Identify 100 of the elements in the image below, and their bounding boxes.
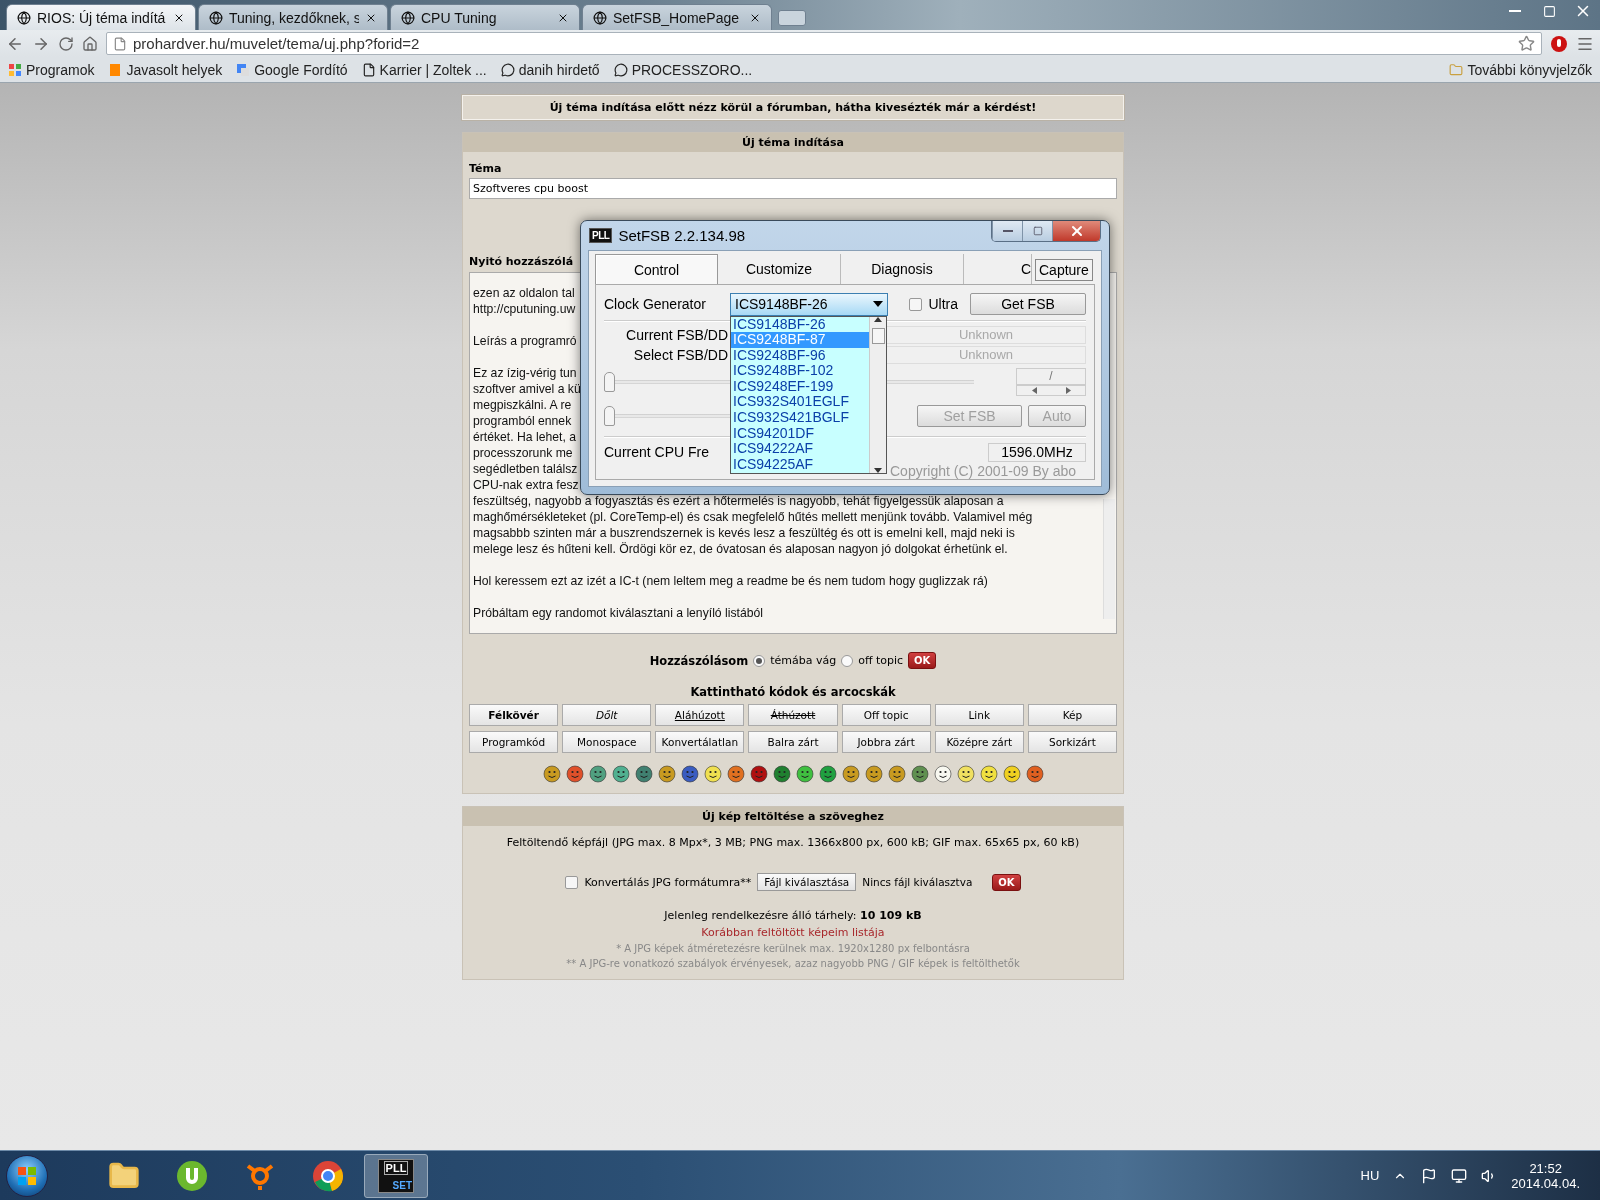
radio-label: off topic (858, 654, 904, 667)
scrollbar[interactable] (1103, 499, 1115, 619)
smiley-icon[interactable] (864, 765, 883, 783)
smiley-icon[interactable] (818, 765, 837, 783)
smiley-icon[interactable] (1002, 765, 1021, 783)
smiley-icon[interactable] (542, 765, 561, 783)
dropdown-option[interactable]: ICS94222AF (731, 441, 869, 457)
close-button[interactable] (1052, 221, 1100, 241)
format-button[interactable]: Sorkizárt (1027, 731, 1117, 753)
topic-field[interactable]: Szoftveres cpu boost (469, 178, 1117, 199)
post-text-line: melege lesz és hűteni kell. Ördögi kör ez, de óvatosan és alaposan nagyon jó dolgokat érhetünk el. (473, 541, 1008, 557)
browser-tab[interactable]: CPU Tuning (390, 4, 580, 30)
star-icon[interactable] (1518, 35, 1535, 52)
pll-icon: PLL SET (378, 1158, 414, 1193)
ok-button[interactable]: OK (992, 873, 1021, 891)
format-button[interactable]: Balra zárt (748, 731, 838, 753)
spin-buttons[interactable] (1016, 385, 1086, 396)
post-text-line: CPU-nak extra fesz (473, 477, 579, 493)
dropdown-option[interactable]: ICS932S401EGLF (731, 394, 869, 411)
start-button[interactable] (6, 1154, 48, 1197)
bookmark-link[interactable]: Programok (8, 61, 95, 78)
format-button[interactable]: Jobbra zárt (841, 731, 931, 753)
smiley-icon[interactable] (634, 765, 653, 783)
bookmark-link[interactable]: danih hirdető (500, 61, 600, 78)
dropdown-option[interactable]: ICS932S421BGLF (731, 410, 869, 426)
smiley-icon[interactable] (795, 765, 814, 783)
dropdown-option[interactable]: ICS9248EF-199 (731, 378, 869, 395)
format-button[interactable]: Félkövér (469, 704, 559, 726)
smiley-icon[interactable] (611, 765, 630, 783)
smiley-icon[interactable] (680, 765, 699, 783)
smiley-icon[interactable] (749, 765, 768, 783)
left-arrow-icon[interactable] (1031, 387, 1037, 394)
clock-generator-dropdown[interactable]: ICS9148BF-26 (730, 292, 888, 316)
smiley-icon[interactable] (979, 765, 998, 783)
scroll-down-icon[interactable] (874, 467, 882, 473)
smiley-icon[interactable] (588, 765, 607, 783)
clock[interactable]: 21:52 2014.04.04. (1511, 1160, 1580, 1191)
smiley-icon[interactable] (657, 765, 676, 783)
smiley-icon[interactable] (726, 765, 745, 783)
post-text-line: értéket. Ha lehet, a (473, 429, 576, 445)
smiley-icon[interactable] (910, 765, 929, 783)
home-button[interactable] (82, 35, 98, 52)
checkbox[interactable] (909, 297, 923, 311)
format-button[interactable]: Konvertálatlan (655, 731, 745, 753)
ok-button[interactable]: OK (908, 652, 937, 669)
field-label: Téma (469, 162, 503, 175)
new-tab-button[interactable] (778, 10, 806, 26)
bookmark-link[interactable]: További könyvjelzők (1449, 61, 1592, 78)
browser-tab[interactable]: SetFSB_HomePage (582, 4, 772, 30)
tab[interactable]: Control (595, 254, 718, 284)
browser-tab[interactable]: RIOS: Új téma indítá (6, 4, 196, 30)
language-indicator[interactable]: HU (1360, 1168, 1380, 1183)
tab[interactable]: Diagnosis (841, 254, 964, 284)
maximize-button[interactable] (1022, 221, 1052, 241)
format-button[interactable]: Kép (1027, 704, 1117, 726)
dropdown-option[interactable]: ICS9248BF-96 (731, 347, 869, 364)
address-bar[interactable]: prohardver.hu/muvelet/tema/uj.php?forid=2 (106, 32, 1542, 55)
dropdown-option[interactable]: ICS9148BF-26 (731, 316, 869, 333)
dropdown-option[interactable]: ICS94201DF (731, 425, 869, 442)
get-fsb-button[interactable]: Get FSB (970, 293, 1086, 315)
format-button[interactable]: Dőlt (562, 704, 652, 726)
format-button[interactable]: Monospace (562, 731, 652, 753)
bookmark-link[interactable]: Javasolt helyek (108, 61, 223, 78)
smiley-icon[interactable] (887, 765, 906, 783)
format-button[interactable]: Off topic (841, 704, 931, 726)
taskbar-app[interactable]: PLL SET (364, 1153, 428, 1198)
dropdown-option[interactable]: ICS94225AF (731, 456, 869, 473)
choose-file-button[interactable]: Fájl kiválasztása (757, 873, 857, 891)
capture-button[interactable]: Capture (1035, 259, 1093, 281)
bookmark-link[interactable]: Karrier | Zoltek ... (361, 61, 487, 78)
scrollbar[interactable] (869, 316, 886, 473)
network-icon[interactable] (1451, 1167, 1468, 1184)
checkbox[interactable] (565, 875, 579, 889)
bookmark-link[interactable]: Google Fordító (236, 61, 348, 78)
smiley-icon[interactable] (933, 765, 952, 783)
tab[interactable]: Customize (718, 254, 841, 284)
smiley-icon[interactable] (841, 765, 860, 783)
smiley-icon[interactable] (1025, 765, 1044, 783)
tab[interactable]: C (964, 254, 1032, 284)
minimize-button[interactable] (992, 221, 1022, 241)
smiley-icon[interactable] (565, 765, 584, 783)
reload-button[interactable] (58, 35, 74, 52)
right-arrow-icon[interactable] (1065, 387, 1071, 394)
radio-button[interactable] (753, 654, 766, 667)
uploads-link[interactable]: Korábban feltöltött képeim listája (469, 926, 1117, 939)
smiley-icon[interactable] (956, 765, 975, 783)
format-button[interactable]: Áthúzott (748, 704, 838, 726)
smiley-icon[interactable] (703, 765, 722, 783)
smiley-icon[interactable] (772, 765, 791, 783)
flag-icon[interactable] (1421, 1167, 1438, 1184)
bookmark-link[interactable]: PROCESSZORO... (613, 61, 753, 78)
format-button[interactable]: Középre zárt (934, 731, 1024, 753)
scroll-thumb[interactable] (871, 327, 885, 344)
extension-button[interactable] (1550, 34, 1568, 53)
dropdown-option[interactable]: ICS9248BF-102 (731, 363, 869, 379)
radio-button[interactable] (841, 654, 854, 667)
format-button[interactable]: Programkód (469, 731, 559, 753)
format-button[interactable]: Link (934, 704, 1024, 726)
chat-icon (500, 62, 515, 77)
format-button[interactable]: Aláhúzott (655, 704, 745, 726)
